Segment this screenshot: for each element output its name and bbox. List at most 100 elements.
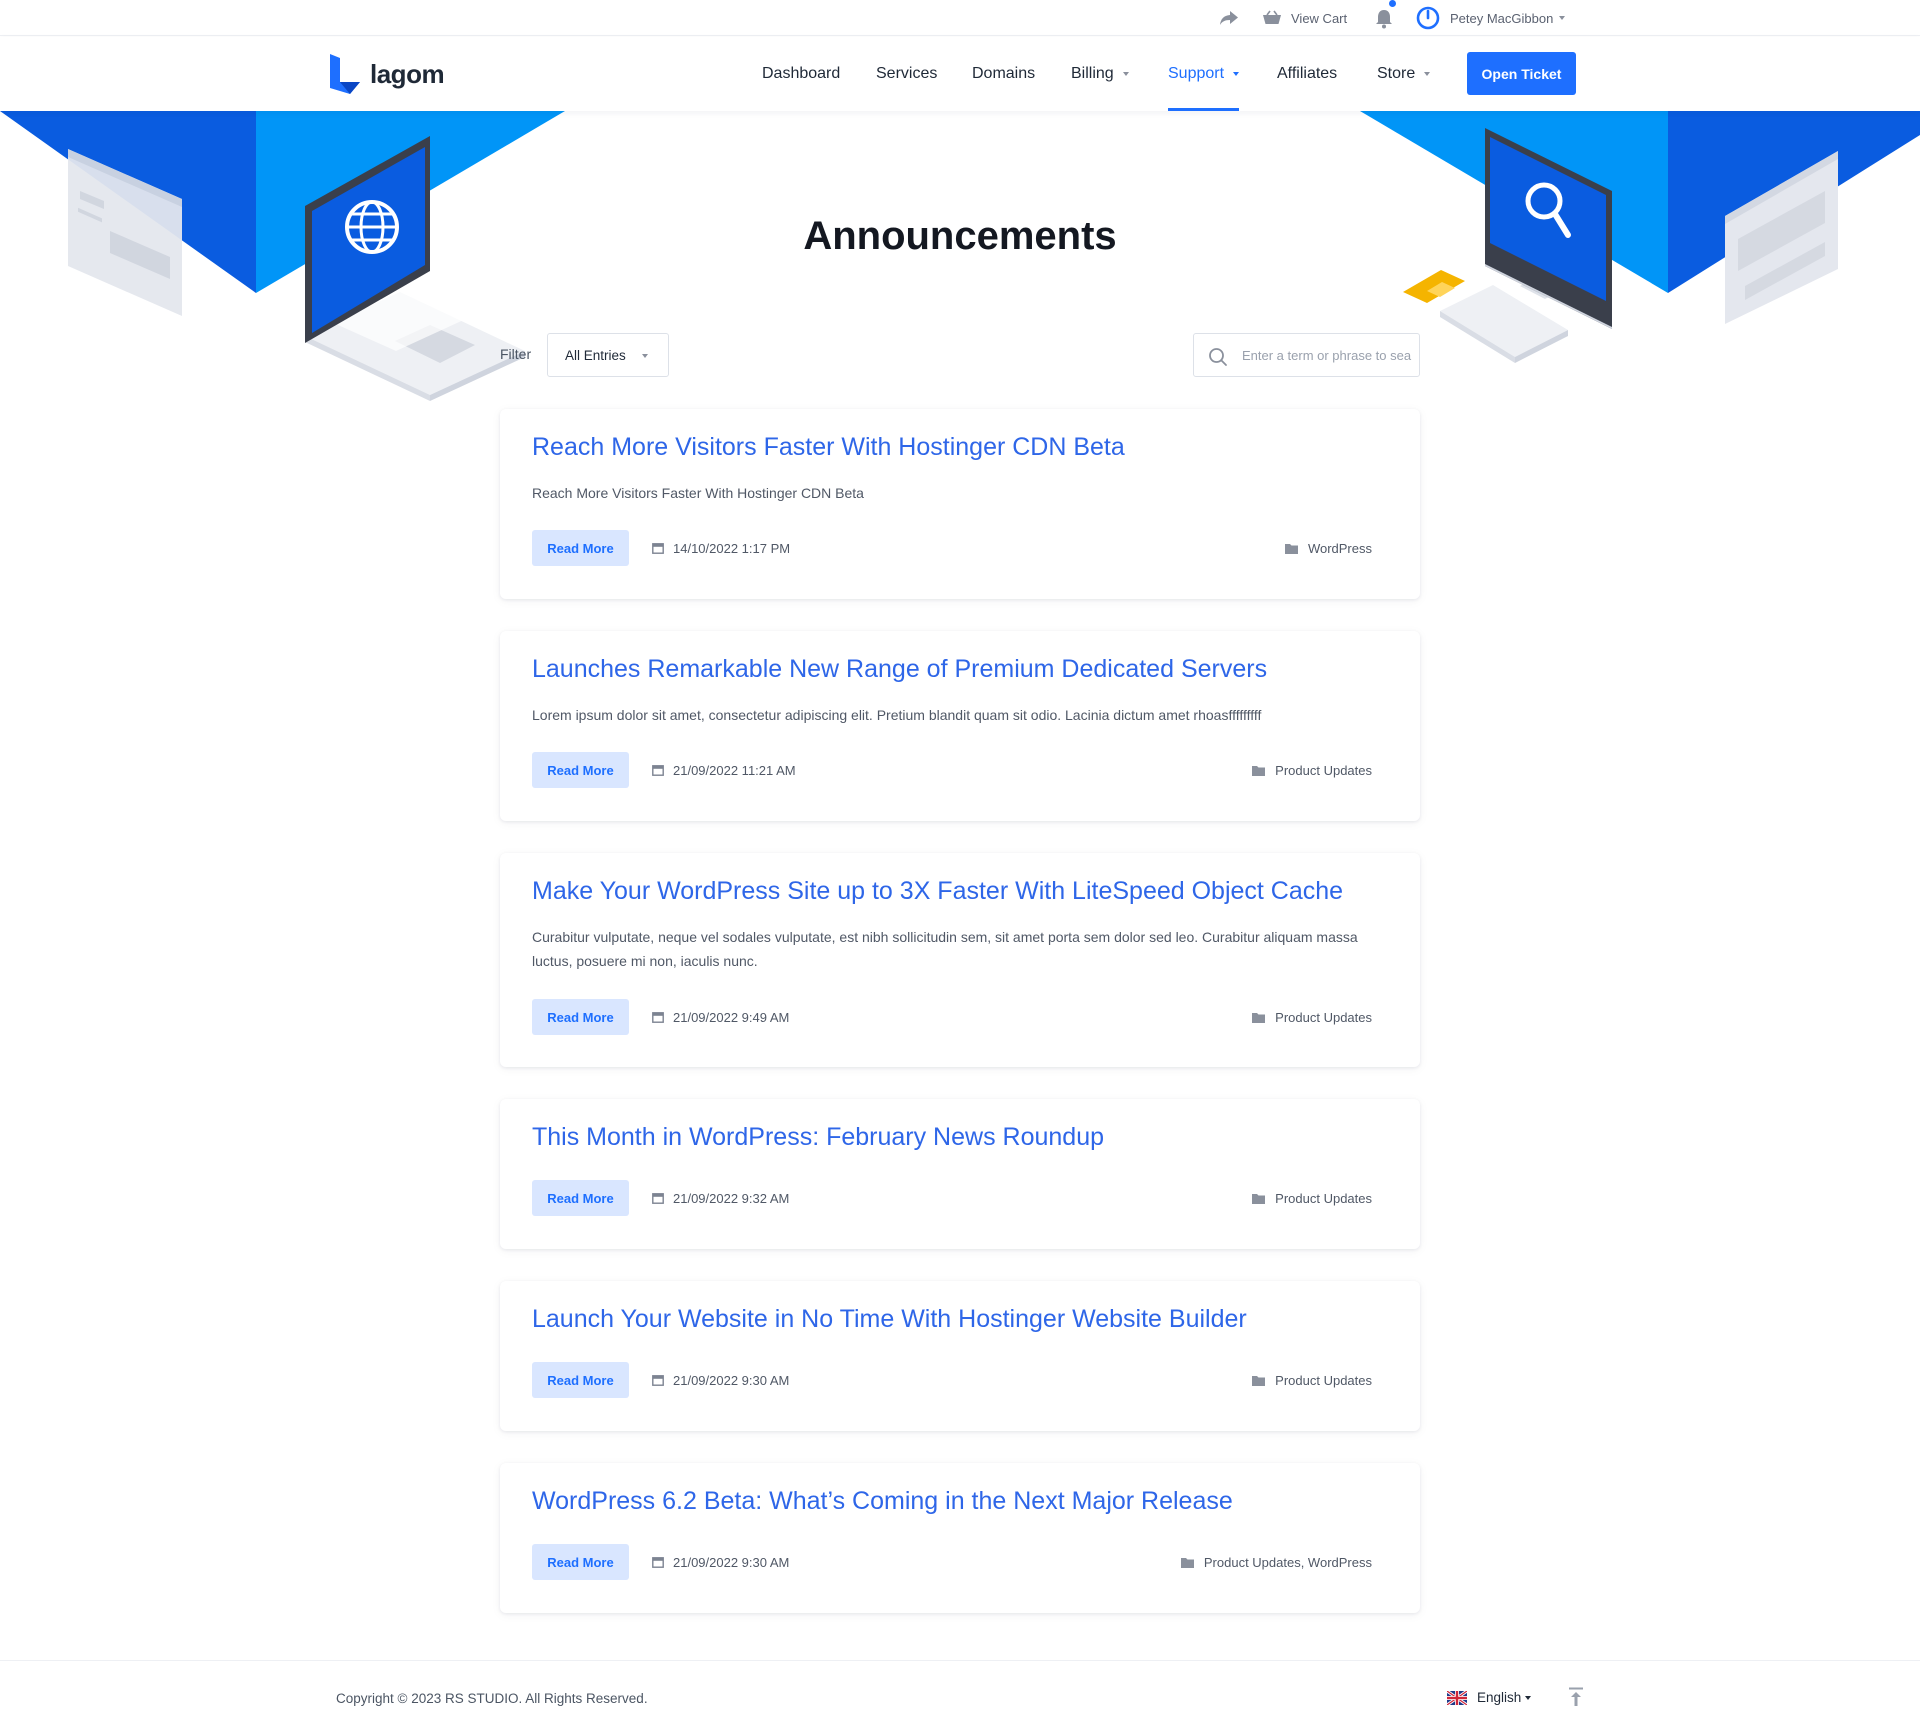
announcement-card: Launches Remarkable New Range of Premium… — [500, 631, 1420, 821]
share-icon[interactable] — [1219, 0, 1239, 36]
announcement-excerpt: Curabitur vulputate, neque vel sodales v… — [532, 929, 1358, 969]
read-more-button[interactable]: Read More — [532, 1362, 629, 1398]
search-icon — [1209, 348, 1227, 366]
announcement-date: 21/09/2022 11:21 AM — [652, 752, 796, 788]
user-avatar-icon — [1416, 6, 1440, 30]
nav-affiliates-label: Affiliates — [1277, 65, 1338, 82]
announcement-excerpt: Reach More Visitors Faster With Hostinge… — [532, 485, 864, 501]
announcement-date-text: 21/09/2022 11:21 AM — [673, 762, 796, 778]
announcement-category[interactable]: Product Updates — [1252, 1180, 1372, 1216]
calendar-icon — [652, 1375, 664, 1386]
announcement-category-text: Product Updates, WordPress — [1203, 1554, 1372, 1570]
hero-banner — [0, 111, 1920, 411]
calendar-icon — [652, 543, 664, 554]
announcement-date: 21/09/2022 9:32 AM — [652, 1180, 789, 1216]
top-utility-bar: View Cart Petey MacGibbon — [0, 0, 1920, 36]
announcement-category-text: Product Updates — [1275, 1190, 1372, 1206]
page-title: Announcements — [803, 214, 1117, 258]
lagom-logo-icon — [330, 54, 360, 94]
announcement-date: 21/09/2022 9:49 AM — [652, 999, 789, 1035]
notifications-bell-icon[interactable] — [1374, 0, 1396, 36]
nav-services-label: Services — [876, 65, 938, 82]
read-more-button[interactable]: Read More — [532, 530, 629, 566]
read-more-button[interactable]: Read More — [532, 999, 629, 1035]
announcement-date-text: 21/09/2022 9:30 AM — [673, 1554, 790, 1570]
announcement-title-link[interactable]: Launches Remarkable New Range of Premium… — [532, 655, 1267, 684]
filter-selected-value: All Entries — [565, 347, 626, 363]
nav-services[interactable]: Services — [876, 37, 937, 111]
announcement-date-text: 21/09/2022 9:30 AM — [673, 1372, 790, 1388]
footer: Copyright © 2023 RS STUDIO. All Rights R… — [0, 1660, 1920, 1734]
announcement-category[interactable]: Product Updates — [1252, 1362, 1372, 1398]
chevron-down-icon — [1122, 72, 1129, 76]
uk-flag-icon — [1447, 1690, 1467, 1705]
announcement-title-link[interactable]: Reach More Visitors Faster With Hostinge… — [532, 433, 1125, 462]
cart-icon — [1263, 10, 1281, 24]
calendar-icon — [652, 1557, 664, 1568]
read-more-button[interactable]: Read More — [532, 1544, 629, 1580]
announcement-date: 21/09/2022 9:30 AM — [652, 1362, 789, 1398]
announcement-date: 21/09/2022 9:30 AM — [652, 1544, 789, 1580]
nav-dashboard-label: Dashboard — [762, 65, 841, 82]
announcement-category[interactable]: Product Updates — [1252, 999, 1372, 1035]
open-ticket-button[interactable]: Open Ticket — [1467, 52, 1576, 95]
announcement-category-text: Product Updates — [1275, 1372, 1372, 1388]
chevron-down-icon — [1525, 1695, 1532, 1700]
announcement-category[interactable]: Product Updates, WordPress — [1180, 1544, 1372, 1580]
brand-logo[interactable]: lagom — [328, 52, 445, 96]
nav-billing[interactable]: Billing — [1071, 37, 1129, 111]
language-selector[interactable]: English — [1447, 1690, 1532, 1705]
view-cart-label: View Cart — [1291, 10, 1348, 26]
calendar-icon — [652, 1193, 664, 1204]
announcement-card: This Month in WordPress: February News R… — [500, 1099, 1420, 1249]
main-navigation: lagom Dashboard Services Domains Billing… — [0, 37, 1920, 111]
announcement-card: Reach More Visitors Faster With Hostinge… — [500, 409, 1420, 599]
announcement-date-text: 14/10/2022 1:17 PM — [673, 540, 791, 556]
nav-store[interactable]: Store — [1377, 37, 1431, 111]
search-box — [1193, 333, 1420, 377]
user-name: Petey MacGibbon — [1450, 10, 1554, 26]
nav-domains[interactable]: Domains — [972, 37, 1035, 111]
nav-billing-label: Billing — [1071, 65, 1114, 82]
announcement-title-link[interactable]: Launch Your Website in No Time With Host… — [532, 1305, 1247, 1334]
nav-domains-label: Domains — [972, 65, 1036, 82]
chevron-down-icon — [1559, 16, 1566, 20]
announcement-category-text: Product Updates — [1275, 1009, 1372, 1025]
view-cart-link[interactable]: View Cart — [1262, 0, 1347, 36]
read-more-button[interactable]: Read More — [532, 1180, 629, 1216]
announcement-category-text: WordPress — [1307, 540, 1372, 556]
folder-icon — [1252, 1012, 1266, 1023]
user-menu[interactable]: Petey MacGibbon — [1416, 0, 1566, 36]
search-input[interactable] — [1242, 334, 1412, 376]
announcement-title-link[interactable]: Make Your WordPress Site up to 3X Faster… — [532, 877, 1343, 906]
calendar-icon — [652, 765, 664, 776]
announcement-category-text: Product Updates — [1275, 762, 1372, 778]
announcement-excerpt: Lorem ipsum dolor sit amet, consectetur … — [532, 707, 1262, 723]
calendar-icon — [652, 1012, 664, 1023]
nav-support[interactable]: Support — [1168, 37, 1240, 111]
hero-illustration — [0, 111, 1920, 401]
folder-icon — [1252, 1375, 1266, 1386]
announcement-date-text: 21/09/2022 9:49 AM — [673, 1009, 790, 1025]
announcement-card: Make Your WordPress Site up to 3X Faster… — [500, 853, 1420, 1067]
chevron-down-icon — [642, 354, 648, 358]
folder-icon — [1284, 543, 1298, 554]
nav-store-label: Store — [1377, 65, 1416, 82]
announcement-title-link[interactable]: This Month in WordPress: February News R… — [532, 1123, 1104, 1152]
nav-dashboard[interactable]: Dashboard — [762, 37, 840, 111]
announcement-card: Launch Your Website in No Time With Host… — [500, 1281, 1420, 1431]
nav-support-label: Support — [1168, 65, 1225, 82]
announcement-category[interactable]: Product Updates — [1252, 752, 1372, 788]
announcement-category[interactable]: WordPress — [1284, 530, 1372, 566]
folder-icon — [1180, 1557, 1194, 1568]
announcement-date-text: 21/09/2022 9:32 AM — [673, 1190, 790, 1206]
announcement-title-link[interactable]: WordPress 6.2 Beta: What’s Coming in the… — [532, 1487, 1233, 1516]
nav-affiliates[interactable]: Affiliates — [1277, 37, 1337, 111]
chevron-down-icon — [1233, 72, 1240, 76]
read-more-button[interactable]: Read More — [532, 752, 629, 788]
filter-dropdown[interactable]: All Entries — [547, 333, 669, 377]
announcement-date: 14/10/2022 1:17 PM — [652, 530, 790, 566]
back-to-top-icon[interactable] — [1566, 1685, 1586, 1709]
chevron-down-icon — [1424, 72, 1431, 76]
language-label: English — [1477, 1690, 1522, 1705]
